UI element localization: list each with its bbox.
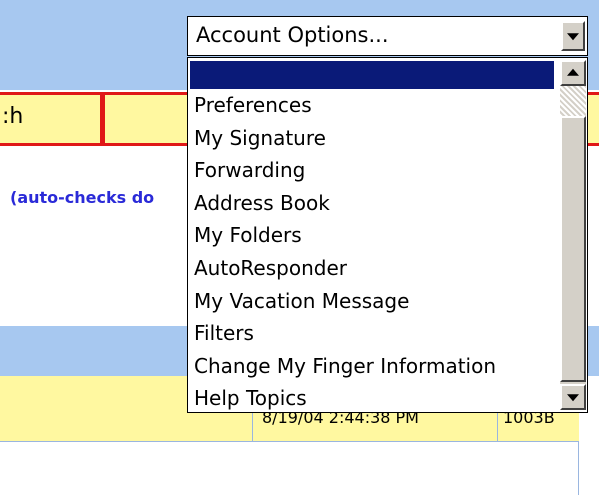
option-help-topics[interactable]: Help Topics xyxy=(188,382,560,412)
dropdown-arrow-button[interactable] xyxy=(561,21,585,51)
option-address-book[interactable]: Address Book xyxy=(188,187,560,220)
scroll-thumb[interactable] xyxy=(560,116,586,382)
list-scrollbar[interactable] xyxy=(560,60,586,410)
chevron-up-icon xyxy=(567,68,579,76)
column-divider xyxy=(578,442,579,495)
scroll-track[interactable] xyxy=(560,86,586,116)
auto-check-note: (auto-checks do xyxy=(10,188,155,207)
option-filters[interactable]: Filters xyxy=(188,317,560,350)
option-my-folders[interactable]: My Folders xyxy=(188,219,560,252)
option-my-signature[interactable]: My Signature xyxy=(188,122,560,155)
chevron-down-icon xyxy=(567,33,579,41)
highlighted-blank-option[interactable] xyxy=(190,61,554,89)
nav-separator xyxy=(100,95,105,143)
options-list: Preferences My Signature Forwarding Addr… xyxy=(188,89,560,412)
account-options-list[interactable]: Preferences My Signature Forwarding Addr… xyxy=(187,57,588,413)
option-my-vacation-message[interactable]: My Vacation Message xyxy=(188,285,560,318)
option-autoresponder[interactable]: AutoResponder xyxy=(188,252,560,285)
option-change-finger-info[interactable]: Change My Finger Information xyxy=(188,350,560,383)
scroll-down-button[interactable] xyxy=(560,384,586,410)
chevron-down-icon xyxy=(567,394,579,402)
select-value: Account Options... xyxy=(196,23,389,47)
option-preferences[interactable]: Preferences xyxy=(188,89,560,122)
scroll-up-button[interactable] xyxy=(560,60,586,86)
nav-item-search-fragment[interactable]: :h xyxy=(2,104,23,129)
option-forwarding[interactable]: Forwarding xyxy=(188,154,560,187)
account-options-select[interactable]: Account Options... xyxy=(187,16,588,56)
